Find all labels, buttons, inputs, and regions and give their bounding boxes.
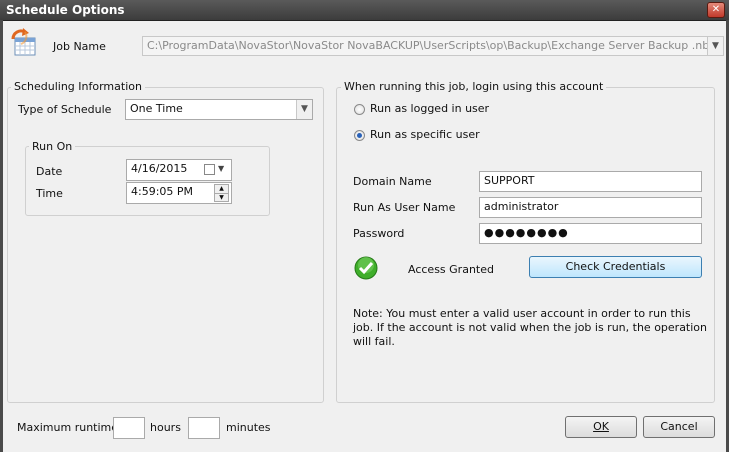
schedule-type-dropdown-button[interactable]: ▼ xyxy=(296,100,312,119)
domain-name-field[interactable]: SUPPORT xyxy=(479,171,702,192)
schedule-type-value: One Time xyxy=(130,102,183,115)
scheduling-info-group xyxy=(7,87,324,403)
date-picker[interactable]: 4/16/2015 xyxy=(126,159,232,181)
schedule-type-select[interactable]: One Time xyxy=(125,99,313,120)
access-status-text: Access Granted xyxy=(408,263,494,276)
password-value: ●●●●●●●● xyxy=(484,226,569,239)
run-on-group xyxy=(25,146,270,216)
schedule-type-label: Type of Schedule xyxy=(18,103,112,116)
radio-logged-in-user[interactable] xyxy=(354,104,365,115)
check-credentials-button[interactable]: Check Credentials xyxy=(529,256,702,278)
cancel-label: Cancel xyxy=(660,420,698,433)
check-credentials-label: Check Credentials xyxy=(565,260,666,273)
check-success-icon xyxy=(354,256,378,280)
spin-down-icon[interactable]: ▼ xyxy=(215,194,228,202)
date-label: Date xyxy=(36,165,63,178)
time-spinner[interactable]: ▲ ▼ xyxy=(214,184,229,202)
time-value: 4:59:05 PM xyxy=(131,185,194,198)
window-frame-left xyxy=(0,20,3,452)
close-button[interactable]: ✕ xyxy=(707,2,725,18)
domain-name-value: SUPPORT xyxy=(484,174,535,187)
job-path-text: C:\ProgramData\NovaStor\NovaStor NovaBAC… xyxy=(147,39,716,52)
password-field[interactable]: ●●●●●●●● xyxy=(479,223,702,244)
user-name-value: administrator xyxy=(484,200,559,213)
calendar-icon[interactable] xyxy=(204,164,215,175)
ok-button[interactable]: OK xyxy=(565,416,637,438)
date-value: 4/16/2015 xyxy=(131,162,188,175)
minutes-field[interactable] xyxy=(188,417,220,439)
minutes-label: minutes xyxy=(226,421,271,434)
close-icon: ✕ xyxy=(711,4,721,15)
calendar-refresh-icon xyxy=(9,28,39,58)
radio-specific-user[interactable] xyxy=(354,130,365,141)
spin-up-icon[interactable]: ▲ xyxy=(215,185,228,194)
chevron-down-icon: ▼ xyxy=(712,41,719,51)
window-title: Schedule Options xyxy=(6,3,125,17)
radio-specific-label[interactable]: Run as specific user xyxy=(370,128,480,141)
ok-label: OK xyxy=(593,420,609,433)
job-name-label: Job Name xyxy=(53,40,106,53)
scheduling-info-title: Scheduling Information xyxy=(11,80,145,93)
title-bar: Schedule Options ✕ xyxy=(0,0,729,21)
account-note: Note: You must enter a valid user accoun… xyxy=(353,307,708,348)
user-name-label: Run As User Name xyxy=(353,201,456,214)
hours-field[interactable] xyxy=(113,417,145,439)
run-on-title: Run On xyxy=(29,140,76,153)
job-name-field[interactable]: C:\ProgramData\NovaStor\NovaStor NovaBAC… xyxy=(142,36,724,56)
chevron-down-icon: ▼ xyxy=(301,104,308,114)
max-runtime-label: Maximum runtime: xyxy=(17,421,122,434)
hours-label: hours xyxy=(150,421,181,434)
radio-logged-in-label[interactable]: Run as logged in user xyxy=(370,102,489,115)
login-account-title: When running this job, login using this … xyxy=(341,80,607,93)
cancel-button[interactable]: Cancel xyxy=(643,416,715,438)
time-label: Time xyxy=(36,187,63,200)
domain-name-label: Domain Name xyxy=(353,175,432,188)
password-label: Password xyxy=(353,227,405,240)
job-name-dropdown-button[interactable]: ▼ xyxy=(707,37,723,55)
chevron-down-icon[interactable]: ▼ xyxy=(218,164,224,173)
user-name-field[interactable]: administrator xyxy=(479,197,702,218)
